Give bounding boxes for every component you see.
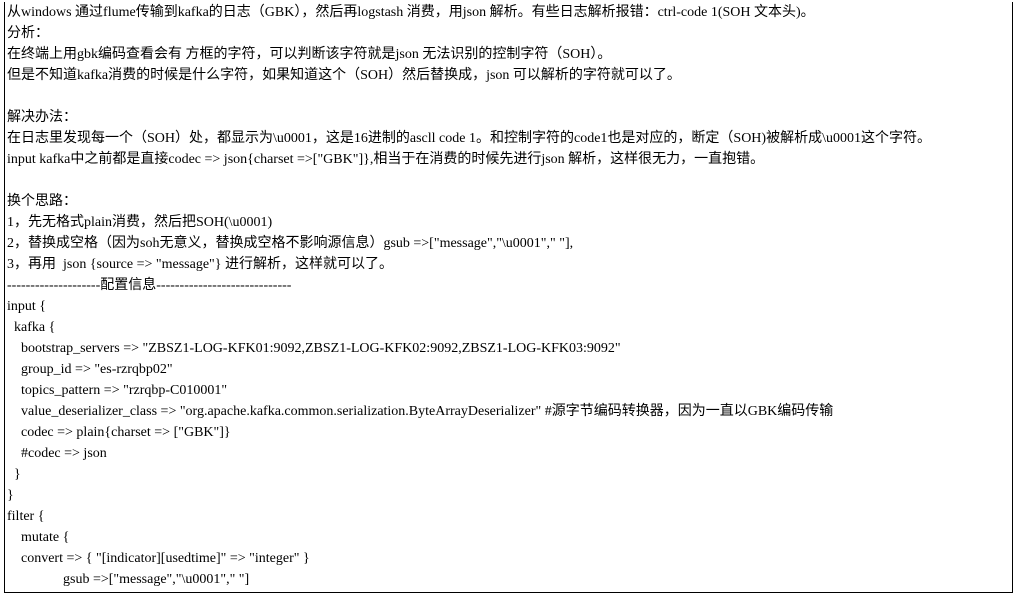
- text-line: 但是不知道kafka消费的时候是什么字符，如果知道这个（SOH）然后替换成，js…: [7, 65, 1010, 86]
- text-line: convert => { "[indicator][usedtime]" => …: [7, 548, 1010, 569]
- text-line: }: [7, 464, 1010, 485]
- text-line: group_id => "es-rzrqbp02": [7, 359, 1010, 380]
- text-line: bootstrap_servers => "ZBSZ1-LOG-KFK01:90…: [7, 338, 1010, 359]
- text-line: 1，先无格式plain消费，然后把SOH(\u0001): [7, 212, 1010, 233]
- text-line: topics_pattern => "rzrqbp-C010001": [7, 380, 1010, 401]
- text-line: 在终端上用gbk编码查看会有 方框的字符，可以判断该字符就是json 无法识别的…: [7, 44, 1010, 65]
- text-line: codec => plain{charset => ["GBK"]}: [7, 422, 1010, 443]
- text-line: value_deserializer_class => "org.apache.…: [7, 401, 1010, 422]
- text-line: 从windows 通过flume传输到kafka的日志（GBK），然后再logs…: [7, 2, 1010, 23]
- text-line: #codec => json: [7, 443, 1010, 464]
- text-line: }: [7, 485, 1010, 506]
- text-line: [7, 170, 1010, 191]
- text-line: --------------------配置信息----------------…: [7, 275, 1010, 296]
- text-line: mutate {: [7, 527, 1010, 548]
- text-line: input kafka中之前都是直接codec => json{charset …: [7, 149, 1010, 170]
- text-line: input {: [7, 296, 1010, 317]
- text-line: 换个思路：: [7, 191, 1010, 212]
- text-line: 2，替换成空格（因为soh无意义，替换成空格不影响源信息）gsub =>["me…: [7, 233, 1010, 254]
- document-body: 从windows 通过flume传输到kafka的日志（GBK），然后再logs…: [4, 2, 1013, 593]
- text-line: [7, 86, 1010, 107]
- text-line: 在日志里发现每一个（SOH）处，都显示为\u0001，这是16进制的ascll …: [7, 128, 1010, 149]
- text-line: kafka {: [7, 317, 1010, 338]
- text-line: filter {: [7, 506, 1010, 527]
- text-line: gsub =>["message","\u0001"," "]: [7, 569, 1010, 590]
- text-line: 分析：: [7, 23, 1010, 44]
- text-line: 3，再用 json {source => "message"} 进行解析，这样就…: [7, 254, 1010, 275]
- text-line: 解决办法：: [7, 107, 1010, 128]
